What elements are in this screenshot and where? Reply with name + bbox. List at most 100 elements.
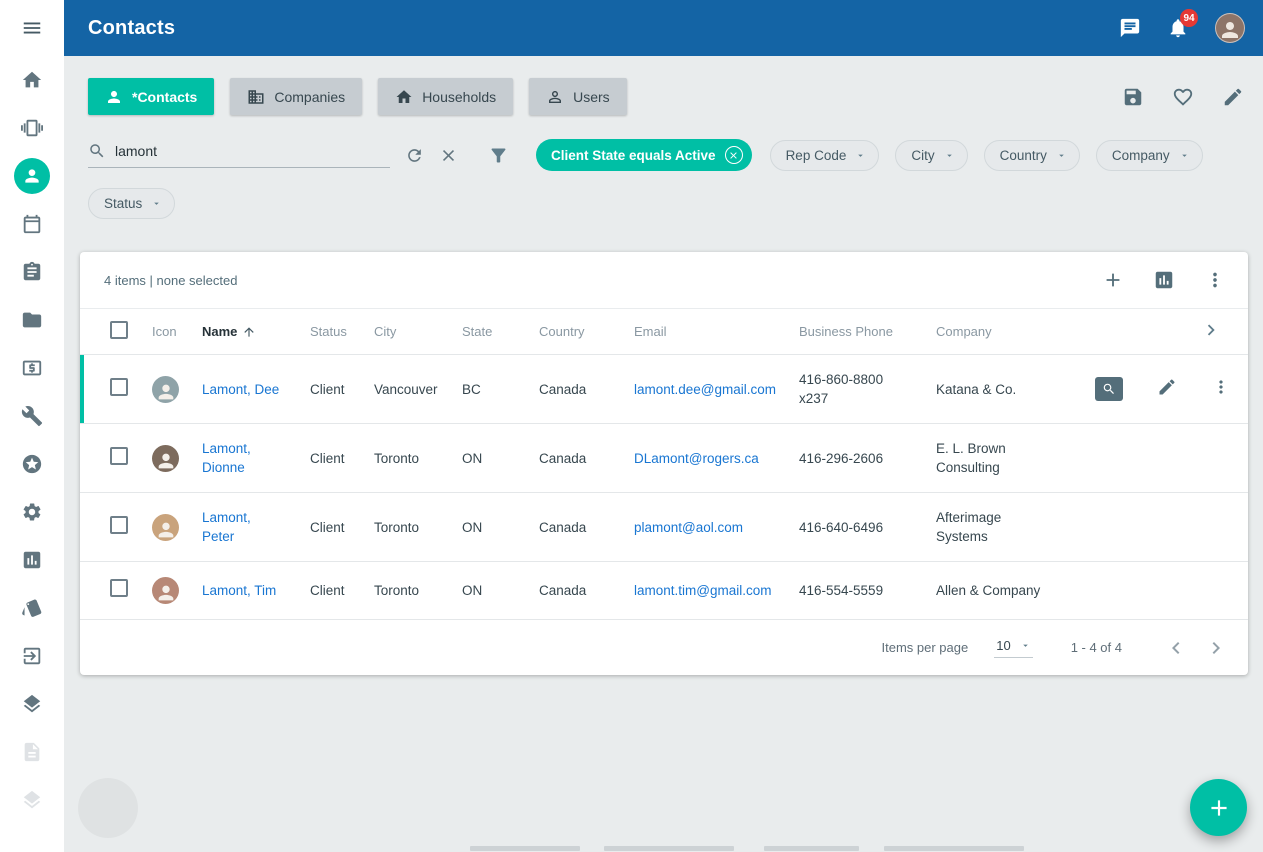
- filter-country[interactable]: Country: [984, 140, 1080, 171]
- sidebar: [0, 0, 64, 852]
- sidebar-item-calendar[interactable]: [0, 200, 64, 248]
- chat-icon[interactable]: [1119, 17, 1141, 39]
- items-per-page-value: 10: [996, 638, 1010, 653]
- filter-rep-code-label: Rep Code: [786, 148, 847, 163]
- active-filter-chip[interactable]: Client State equals Active: [536, 139, 752, 171]
- row-checkbox[interactable]: [110, 516, 128, 534]
- cell-state: ON: [452, 424, 529, 493]
- filter-icon[interactable]: [488, 145, 509, 166]
- remove-filter-icon[interactable]: [725, 146, 743, 164]
- contacts-table: Icon Name Status City State Country Emai…: [80, 308, 1248, 620]
- add-contact-fab[interactable]: [1190, 779, 1247, 836]
- sidebar-item-home[interactable]: [0, 56, 64, 104]
- contact-name-link[interactable]: Lamont, Peter: [202, 508, 286, 546]
- sidebar-item-settings[interactable]: [0, 488, 64, 536]
- col-icon[interactable]: Icon: [142, 309, 192, 355]
- tab-contacts[interactable]: *Contacts: [88, 78, 214, 115]
- sidebar-item-tools[interactable]: [0, 392, 64, 440]
- sidebar-item-rewards[interactable]: [0, 440, 64, 488]
- chevron-down-icon: [944, 150, 955, 161]
- sidebar-item-tags[interactable]: [0, 584, 64, 632]
- user-avatar[interactable]: [1215, 13, 1245, 43]
- sidebar-item-contacts[interactable]: [0, 152, 64, 200]
- person-icon: [105, 88, 123, 106]
- col-business-phone[interactable]: Business Phone: [789, 309, 926, 355]
- tab-households[interactable]: Households: [378, 78, 513, 115]
- contact-name-link[interactable]: Lamont, Dionne: [202, 439, 286, 477]
- contact-name-link[interactable]: Lamont, Tim: [202, 581, 276, 600]
- tab-users[interactable]: Users: [529, 78, 627, 115]
- table-row[interactable]: Lamont, Dee Client Vancouver BC Canada l…: [80, 355, 1248, 424]
- main-area: Contacts 94 *Contacts Companies: [64, 0, 1263, 852]
- filter-city[interactable]: City: [895, 140, 967, 171]
- search-icon: [88, 142, 106, 160]
- sidebar-item-layers[interactable]: [0, 680, 64, 728]
- edit-icon[interactable]: [1222, 86, 1244, 108]
- contact-email-link[interactable]: lamont.tim@gmail.com: [634, 583, 772, 598]
- clear-search-icon[interactable]: [439, 146, 458, 165]
- contact-email-link[interactable]: lamont.dee@gmail.com: [634, 382, 776, 397]
- sidebar-item-alerts[interactable]: [0, 104, 64, 152]
- table-row[interactable]: Lamont, Tim Client Toronto ON Canada lam…: [80, 562, 1248, 620]
- cell-status: Client: [300, 355, 364, 424]
- search-field: [88, 142, 390, 168]
- favorite-icon[interactable]: [1172, 86, 1194, 108]
- col-status[interactable]: Status: [300, 309, 364, 355]
- refresh-icon[interactable]: [405, 146, 424, 165]
- next-page-icon[interactable]: [1204, 636, 1228, 660]
- sidebar-item-documents[interactable]: [0, 296, 64, 344]
- add-icon[interactable]: [1102, 269, 1124, 291]
- edit-row-icon[interactable]: [1157, 377, 1177, 402]
- select-all-checkbox[interactable]: [110, 321, 128, 339]
- save-icon[interactable]: [1122, 86, 1144, 108]
- bar-chart-icon: [21, 549, 43, 571]
- filter-company[interactable]: Company: [1096, 140, 1203, 171]
- col-state[interactable]: State: [452, 309, 529, 355]
- table-row[interactable]: Lamont, Dionne Client Toronto ON Canada …: [80, 424, 1248, 493]
- items-per-page-select[interactable]: 10: [994, 638, 1032, 658]
- chevron-down-icon: [1179, 150, 1190, 161]
- chevron-down-icon: [1020, 640, 1031, 651]
- col-city[interactable]: City: [364, 309, 452, 355]
- exit-icon: [21, 645, 43, 667]
- sidebar-item-tasks[interactable]: [0, 248, 64, 296]
- filter-dropdowns: Rep Code City Country Company: [770, 140, 1203, 171]
- col-company[interactable]: Company: [926, 309, 1055, 355]
- scroll-columns-right-icon[interactable]: [1200, 319, 1222, 344]
- view-toolbar: [1122, 86, 1248, 108]
- cell-company: Katana & Co.: [936, 380, 1016, 399]
- contact-email-link[interactable]: plamont@aol.com: [634, 520, 743, 535]
- contact-email-link[interactable]: DLamont@rogers.ca: [634, 451, 759, 466]
- col-name[interactable]: Name: [192, 309, 300, 355]
- col-email[interactable]: Email: [624, 309, 789, 355]
- col-country[interactable]: Country: [529, 309, 624, 355]
- row-checkbox[interactable]: [110, 378, 128, 396]
- notifications-icon[interactable]: 94: [1167, 17, 1189, 39]
- sidebar-item-disabled-1[interactable]: [0, 728, 64, 776]
- cell-status: Client: [300, 493, 364, 562]
- preview-icon[interactable]: [1095, 377, 1123, 401]
- filter-rep-code[interactable]: Rep Code: [770, 140, 880, 171]
- row-checkbox[interactable]: [110, 579, 128, 597]
- chevron-down-icon: [151, 198, 162, 209]
- chart-icon[interactable]: [1153, 269, 1175, 291]
- sidebar-item-exit[interactable]: [0, 632, 64, 680]
- menu-icon[interactable]: [0, 0, 64, 56]
- more-options-icon[interactable]: [1204, 269, 1226, 291]
- sidebar-item-billing[interactable]: [0, 344, 64, 392]
- contact-name-link[interactable]: Lamont, Dee: [202, 380, 279, 399]
- chevron-down-icon: [1056, 150, 1067, 161]
- search-input[interactable]: [115, 143, 390, 159]
- plus-icon: [1206, 795, 1232, 821]
- home-icon: [21, 69, 43, 91]
- table-row[interactable]: Lamont, Peter Client Toronto ON Canada p…: [80, 493, 1248, 562]
- filter-status[interactable]: Status: [88, 188, 175, 219]
- previous-page-icon[interactable]: [1164, 636, 1188, 660]
- sidebar-item-disabled-2[interactable]: [0, 776, 64, 824]
- status-filter-row: Status: [88, 188, 1248, 219]
- tab-companies[interactable]: Companies: [230, 78, 362, 115]
- sidebar-item-reports[interactable]: [0, 536, 64, 584]
- chevron-down-icon: [855, 150, 866, 161]
- row-checkbox[interactable]: [110, 447, 128, 465]
- row-menu-icon[interactable]: [1211, 377, 1231, 402]
